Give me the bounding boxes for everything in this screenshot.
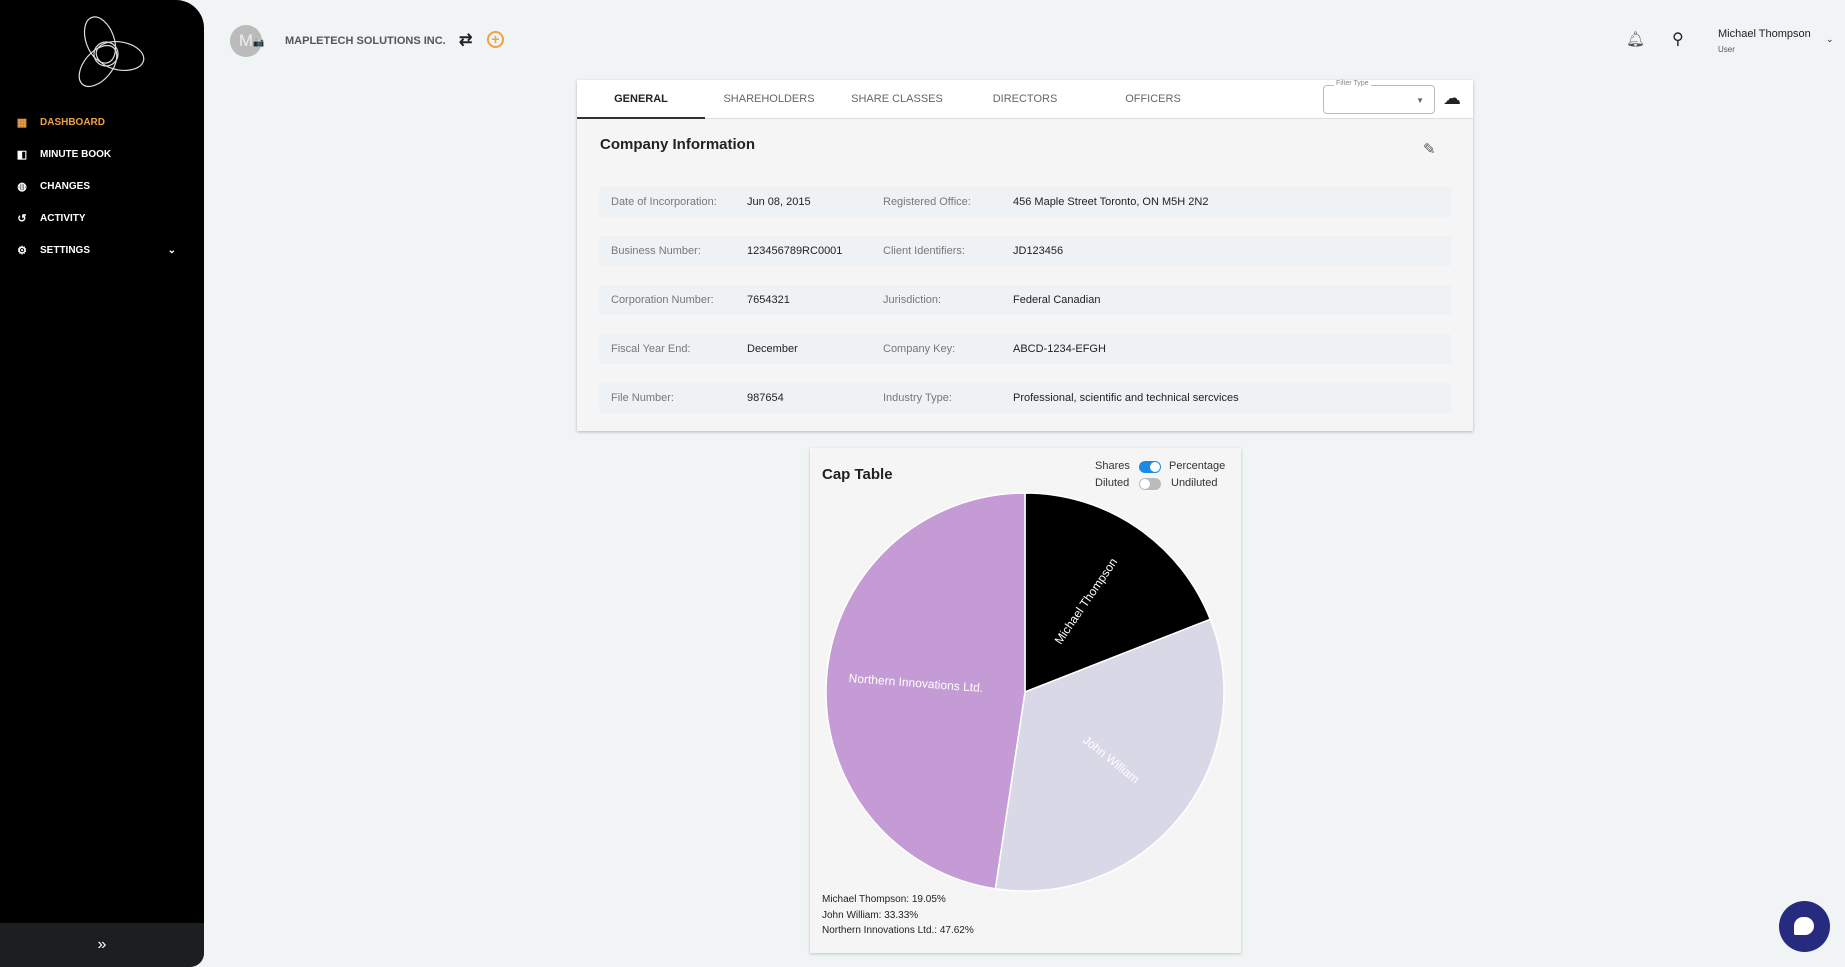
add-company-icon[interactable]: +	[487, 31, 504, 48]
info-row: Corporation Number: 7654321 Jurisdiction: F…	[599, 285, 1451, 315]
cap-table-card: Cap Table Shares Percentage Diluted Undi…	[810, 448, 1241, 953]
nav-label: DASHBOARD	[40, 117, 105, 128]
field-label: Company Key:	[883, 343, 956, 355]
nav-label: MINUTE BOOK	[40, 149, 112, 160]
field-value: 123456789RC0001	[747, 245, 843, 257]
field-label: File Number:	[611, 392, 674, 404]
nav-label: ACTIVITY	[40, 213, 86, 224]
legend-item: Northern Innovations Ltd.: 47.62%	[822, 925, 974, 936]
nav-label: CHANGES	[40, 181, 91, 192]
field-label: Registered Office:	[883, 196, 971, 208]
user-name[interactable]: Michael Thompson	[1718, 28, 1811, 40]
pie-chart: Michael ThompsonJohn WilliamNorthern Inn…	[825, 492, 1225, 892]
chevron-down-icon: ⌄	[167, 245, 176, 256]
collapse-sidebar-button[interactable]: »	[0, 923, 204, 967]
field-value: ABCD-1234-EFGH	[1013, 343, 1106, 355]
field-label: Industry Type:	[883, 392, 952, 404]
sidebar-item-activity[interactable]: ↺ ACTIVITY	[16, 212, 186, 225]
switch-company-icon[interactable]: ⇄	[459, 30, 472, 50]
info-row: Fiscal Year End: December Company Key: ABCD…	[599, 334, 1451, 364]
field-label: Business Number:	[611, 245, 701, 257]
sidebar: ▦ DASHBOARD ◧ MINUTE BOOK ◍ CHANGES ↺ ACTIVI…	[0, 0, 204, 967]
globe-icon: ◍	[17, 181, 27, 193]
history-icon: ↺	[17, 213, 27, 225]
tab-bar: GENERAL SHAREHOLDERS SHARE CLASSES DIREC…	[577, 80, 1473, 119]
section-title: Company Information	[600, 136, 756, 153]
field-value: 7654321	[747, 294, 790, 306]
book-icon: ◧	[16, 149, 28, 161]
field-value: December	[747, 343, 798, 355]
camera-icon[interactable]: 📷	[253, 37, 264, 48]
field-value: JD123456	[1013, 245, 1064, 257]
company-info-card: GENERAL SHAREHOLDERS SHARE CLASSES DIREC…	[577, 80, 1473, 431]
search-icon[interactable]: ⚲	[1672, 29, 1684, 49]
field-value: 456 Maple Street Toronto, ON M5H 2N2	[1013, 196, 1209, 208]
tab-general[interactable]: GENERAL	[577, 80, 705, 119]
tab-share-classes[interactable]: SHARE CLASSES	[833, 80, 961, 119]
info-row: File Number: 987654 Industry Type: Professi…	[599, 383, 1451, 413]
field-label: Date of Incorporation:	[611, 196, 717, 208]
tab-directors[interactable]: DIRECTORS	[961, 80, 1089, 119]
chevron-down-icon[interactable]: ⌄	[1826, 34, 1834, 45]
field-value: Professional, scientific and technical s…	[1013, 392, 1239, 404]
field-value: Federal Canadian	[1013, 294, 1101, 306]
pie-slice[interactable]	[825, 492, 1026, 890]
sidebar-item-dashboard[interactable]: ▦ DASHBOARD	[16, 116, 186, 129]
field-value: Jun 08, 2015	[747, 196, 811, 208]
legend-item: Michael Thompson: 19.05%	[822, 894, 946, 905]
info-row: Date of Incorporation: Jun 08, 2015 Regist…	[599, 187, 1451, 217]
user-role: User	[1718, 45, 1735, 54]
field-label: Corporation Number:	[611, 294, 714, 306]
tab-shareholders[interactable]: SHAREHOLDERS	[705, 80, 833, 119]
filter-type-select[interactable]: Filter Type ▼	[1323, 80, 1435, 114]
field-value: 987654	[747, 392, 784, 404]
logo	[78, 16, 145, 88]
legend-item: John William: 33.33%	[822, 910, 919, 921]
dropdown-arrow-icon: ▼	[1416, 96, 1424, 105]
tab-officers[interactable]: OFFICERS	[1089, 80, 1217, 119]
cloud-download-icon[interactable]: ☁	[1443, 88, 1461, 109]
edit-icon[interactable]: ✎	[1423, 140, 1436, 158]
sidebar-item-changes[interactable]: ◍ CHANGES	[16, 180, 186, 193]
field-label: Client Identifiers:	[883, 245, 965, 257]
dashboard-icon: ▦	[16, 117, 28, 129]
info-row: Business Number: 123456789RC0001 Client Id…	[599, 236, 1451, 266]
field-label: Jurisdiction:	[883, 294, 942, 306]
company-name: MAPLETECH SOLUTIONS INC.	[285, 35, 446, 47]
sidebar-item-settings[interactable]: ⚙ SETTINGS ⌄	[16, 244, 186, 257]
bell-icon[interactable]: 🔔︎	[1626, 30, 1645, 48]
gear-icon: ⚙	[17, 245, 27, 257]
chat-button[interactable]	[1779, 901, 1830, 952]
filter-label: Filter Type	[1334, 80, 1371, 87]
nav-label: SETTINGS	[40, 245, 91, 256]
field-label: Fiscal Year End:	[611, 343, 691, 355]
sidebar-item-minute-book[interactable]: ◧ MINUTE BOOK	[16, 148, 186, 161]
chat-icon	[1794, 917, 1814, 935]
